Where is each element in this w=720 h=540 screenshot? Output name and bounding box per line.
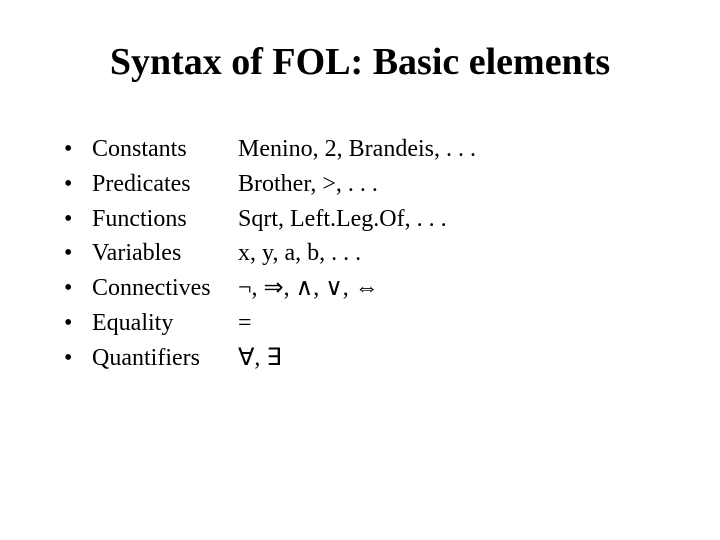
example-text: Menino, 2, Brandeis, . . . bbox=[238, 132, 660, 167]
example-text: ∀, ∃ bbox=[238, 341, 660, 376]
list-item: • Constants Menino, 2, Brandeis, . . . bbox=[64, 132, 660, 167]
term-label: Predicates bbox=[92, 167, 238, 202]
term-label: Variables bbox=[92, 236, 238, 271]
bullet-icon: • bbox=[64, 236, 92, 271]
example-text: Brother, >, . . . bbox=[238, 167, 660, 202]
term-label: Functions bbox=[92, 202, 238, 237]
list-item: • Equality = bbox=[64, 306, 660, 341]
slide-title: Syntax of FOL: Basic elements bbox=[60, 40, 660, 84]
example-text: Sqrt, Left.Leg.Of, . . . bbox=[238, 202, 660, 237]
term-label: Quantifiers bbox=[92, 341, 238, 376]
term-label: Constants bbox=[92, 132, 238, 167]
bullet-icon: • bbox=[64, 202, 92, 237]
example-text: ¬, ⇒, ∧, ∨, ⇔ bbox=[238, 271, 660, 306]
list-item: • Connectives ¬, ⇒, ∧, ∨, ⇔ bbox=[64, 271, 660, 306]
bullet-icon: • bbox=[64, 167, 92, 202]
bullet-icon: • bbox=[64, 132, 92, 167]
slide: Syntax of FOL: Basic elements • Constant… bbox=[0, 0, 720, 540]
bullet-icon: • bbox=[64, 271, 92, 306]
list-item: • Variables x, y, a, b, . . . bbox=[64, 236, 660, 271]
example-text: = bbox=[238, 306, 660, 341]
term-label: Equality bbox=[92, 306, 238, 341]
bullet-icon: • bbox=[64, 306, 92, 341]
list-item: • Predicates Brother, >, . . . bbox=[64, 167, 660, 202]
example-text: x, y, a, b, . . . bbox=[238, 236, 660, 271]
term-label: Connectives bbox=[92, 271, 238, 306]
list-item: • Quantifiers ∀, ∃ bbox=[64, 341, 660, 376]
bullet-icon: • bbox=[64, 341, 92, 376]
bullet-list: • Constants Menino, 2, Brandeis, . . . •… bbox=[64, 132, 660, 376]
list-item: • Functions Sqrt, Left.Leg.Of, . . . bbox=[64, 202, 660, 237]
